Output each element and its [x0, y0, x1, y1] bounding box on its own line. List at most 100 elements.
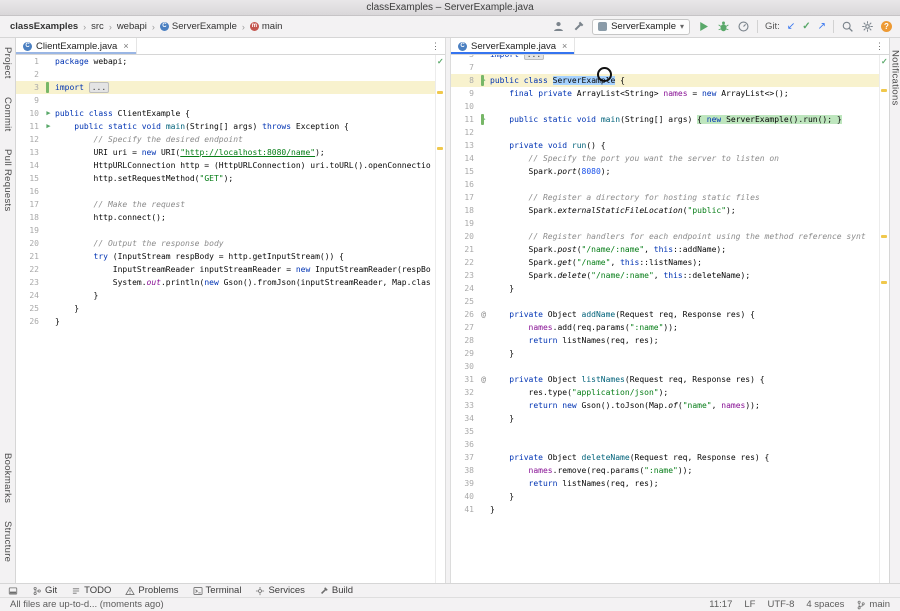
tool-window-button-notifications[interactable]: Notifications — [890, 50, 900, 106]
code-line[interactable]: 21 Spark.post("/name/:name", this::addNa… — [451, 243, 889, 256]
code-line[interactable]: 23 System.out.println(new Gson().fromJso… — [16, 276, 445, 289]
code-editor-server[interactable]: 3import ...78▶public class ServerExample… — [451, 55, 889, 583]
code-line[interactable]: 20 // Register handlers for each endpoin… — [451, 230, 889, 243]
tab-serverexample[interactable]: C ServerExample.java × — [451, 38, 575, 54]
settings-icon[interactable] — [861, 20, 874, 33]
breadcrumb-item[interactable]: src — [89, 20, 106, 33]
breadcrumb-item[interactable]: classExamples — [8, 20, 80, 33]
code-line[interactable]: 12 // Specify the desired endpoint — [16, 133, 445, 146]
code-editor-client[interactable]: 1package webapi;23import ...910▶public c… — [16, 55, 445, 583]
tool-window-button-problems[interactable]: Problems — [125, 585, 178, 596]
editor-options-icon[interactable]: ⋮ — [870, 38, 889, 54]
code-line[interactable]: 40 } — [451, 490, 889, 503]
debug-icon[interactable] — [717, 20, 730, 33]
code-line[interactable]: 29 } — [451, 347, 889, 360]
code-line[interactable]: 9 — [16, 94, 445, 107]
code-line[interactable]: 27 names.add(req.params(":name")); — [451, 321, 889, 334]
code-line[interactable]: 35 — [451, 425, 889, 438]
tool-window-button-git[interactable]: Git — [32, 585, 57, 596]
code-line[interactable]: 37 private Object deleteName(Request req… — [451, 451, 889, 464]
tool-window-button-structure[interactable]: Structure — [2, 521, 13, 562]
code-line[interactable]: 15 Spark.port(8080); — [451, 165, 889, 178]
help-icon[interactable]: ? — [881, 21, 892, 32]
code-line[interactable]: 36 — [451, 438, 889, 451]
status-lf[interactable]: LF — [744, 599, 755, 610]
code-line[interactable]: 9 final private ArrayList<String> names … — [451, 87, 889, 100]
breadcrumb-item[interactable]: CServerExample — [158, 20, 239, 33]
code-line[interactable]: 26} — [16, 315, 445, 328]
status-4-spaces[interactable]: 4 spaces — [806, 599, 844, 610]
breadcrumb-item[interactable]: webapi — [115, 20, 149, 33]
code-line[interactable]: 23 Spark.delete("/name/:name", this::del… — [451, 269, 889, 282]
code-line[interactable]: 16 — [16, 185, 445, 198]
code-line[interactable]: 34 } — [451, 412, 889, 425]
profiler-icon[interactable] — [737, 20, 750, 33]
scrollbar-left[interactable]: ✓ — [435, 55, 445, 583]
git-commit-icon[interactable]: ✓ — [802, 20, 810, 33]
status-main[interactable]: main — [856, 599, 890, 610]
status-utf-8[interactable]: UTF-8 — [767, 599, 794, 610]
code-line[interactable]: 13 URI uri = new URI("http://localhost:8… — [16, 146, 445, 159]
code-line[interactable]: 10 — [451, 100, 889, 113]
tool-window-button-terminal[interactable]: Terminal — [193, 585, 242, 596]
code-line[interactable]: 41} — [451, 503, 889, 516]
tool-window-button-build[interactable]: Build — [319, 585, 353, 596]
build-hammer-icon[interactable] — [572, 20, 585, 33]
code-line[interactable]: 11▶ public static void main(String[] arg… — [16, 120, 445, 133]
tool-window-button-todo[interactable]: TODO — [71, 585, 111, 596]
code-line[interactable]: 19 — [451, 217, 889, 230]
code-line[interactable]: 17 // Make the request — [16, 198, 445, 211]
close-icon[interactable]: × — [123, 41, 128, 51]
run-gutter-icon[interactable]: ▶ — [42, 107, 55, 120]
code-line[interactable]: 38 names.remove(req.params(":name")); — [451, 464, 889, 477]
code-line[interactable]: 22 InputStreamReader inputStreamReader =… — [16, 263, 445, 276]
close-icon[interactable]: × — [562, 41, 567, 51]
code-line[interactable]: 14 HttpURLConnection http = (HttpURLConn… — [16, 159, 445, 172]
code-line[interactable]: 39 return listNames(req, res); — [451, 477, 889, 490]
inspections-ok-icon[interactable]: ✓ — [437, 57, 444, 66]
code-line[interactable]: 17 // Register a directory for hosting s… — [451, 191, 889, 204]
code-line[interactable]: 1package webapi; — [16, 55, 445, 68]
code-line[interactable]: 16 — [451, 178, 889, 191]
code-line[interactable]: 2 — [16, 68, 445, 81]
tool-window-toggle-icon[interactable] — [8, 586, 18, 596]
code-line[interactable]: 28 return listNames(req, res); — [451, 334, 889, 347]
code-line[interactable]: 21 try (InputStream respBody = http.getI… — [16, 250, 445, 263]
scrollbar-right[interactable]: ✓ — [879, 55, 889, 583]
annotation-gutter-icon[interactable]: @ — [477, 308, 490, 321]
code-line[interactable]: 25 } — [16, 302, 445, 315]
run-icon[interactable] — [697, 20, 710, 33]
tab-clientexample[interactable]: C ClientExample.java × — [16, 38, 137, 54]
code-line[interactable]: 20 // Output the response body — [16, 237, 445, 250]
code-line[interactable]: 30 — [451, 360, 889, 373]
user-icon[interactable] — [552, 20, 565, 33]
status-11-17[interactable]: 11:17 — [709, 599, 732, 610]
inspections-ok-icon[interactable]: ✓ — [881, 57, 888, 66]
code-line[interactable]: 19 — [16, 224, 445, 237]
tool-window-button-pull-requests[interactable]: Pull Requests — [2, 149, 13, 212]
code-line[interactable]: 8▶public class ServerExample { — [451, 74, 889, 87]
window-titlebar[interactable]: classExamples – ServerExample.java — [0, 0, 900, 16]
code-line[interactable]: 18 Spark.externalStaticFileLocation("pub… — [451, 204, 889, 217]
annotation-gutter-icon[interactable]: @ — [477, 373, 490, 386]
git-push-icon[interactable]: ↗ — [818, 20, 826, 33]
code-line[interactable]: 11▶ public static void main(String[] arg… — [451, 113, 889, 126]
code-line[interactable]: 32 res.type("application/json"); — [451, 386, 889, 399]
tool-window-button-project[interactable]: Project — [2, 47, 13, 79]
code-line[interactable]: 3import ... — [16, 81, 445, 94]
code-line[interactable]: 31@ private Object listNames(Request req… — [451, 373, 889, 386]
code-line[interactable]: 15 http.setRequestMethod("GET"); — [16, 172, 445, 185]
run-gutter-icon[interactable]: ▶ — [42, 120, 55, 133]
code-line[interactable]: 33 return new Gson().toJson(Map.of("name… — [451, 399, 889, 412]
code-line[interactable]: 10▶public class ClientExample { — [16, 107, 445, 120]
code-line[interactable]: 18 http.connect(); — [16, 211, 445, 224]
search-icon[interactable] — [841, 20, 854, 33]
code-line[interactable]: 25 — [451, 295, 889, 308]
code-line[interactable]: 13 private void run() { — [451, 139, 889, 152]
breadcrumb-item[interactable]: mmain — [248, 20, 285, 33]
code-line[interactable]: 14 // Specify the port you want the serv… — [451, 152, 889, 165]
code-line[interactable]: 12 — [451, 126, 889, 139]
tool-window-button-bookmarks[interactable]: Bookmarks — [2, 453, 13, 503]
run-configuration-select[interactable]: ServerExample ▾ — [592, 19, 690, 35]
git-update-icon[interactable]: ↙ — [787, 20, 795, 33]
